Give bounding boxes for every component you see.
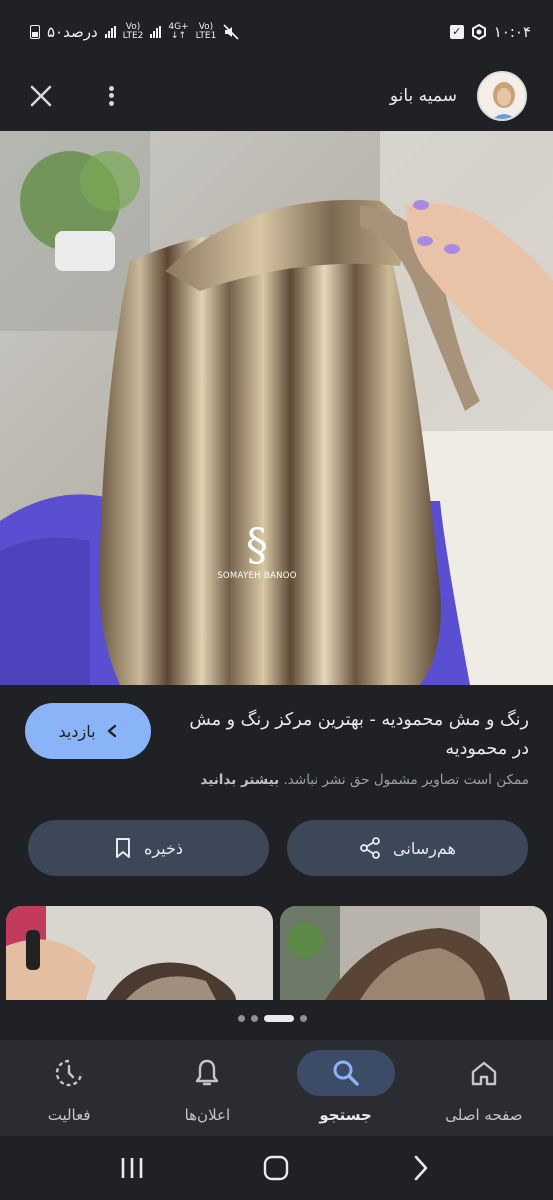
back-icon <box>414 1155 428 1181</box>
nav-label: صفحه اصلی <box>445 1106 523 1124</box>
signal-bars-icon <box>150 26 162 38</box>
clock: ۱۰:۰۴ <box>493 23 531 41</box>
learn-more-link[interactable]: بیشتر بدانید <box>200 772 279 788</box>
nav-item-search[interactable]: جستجو <box>277 1040 415 1136</box>
carousel-indicator <box>238 1015 307 1022</box>
recent-apps-icon <box>121 1158 143 1178</box>
home-system-button[interactable] <box>254 1146 298 1190</box>
site-avatar <box>477 71 527 121</box>
nav-label: اعلان‌ها <box>184 1106 231 1124</box>
share-label: هم‌رسانی <box>393 838 456 858</box>
nav-pill <box>296 1050 395 1096</box>
image-title[interactable]: رنگ و مش محمودیه - بهترین مرکز رنگ و مش … <box>169 706 529 764</box>
nav-pill <box>435 1050 533 1096</box>
main-image[interactable]: § SOMAYEH BANOO <box>0 131 553 685</box>
sim1-label: Vo) LTE2 <box>122 22 144 41</box>
visit-label: بازدید <box>58 721 96 741</box>
watermark-logo-glyph: § <box>246 520 268 571</box>
sim2-label: Vo) LTE1 <box>195 22 217 41</box>
save-button[interactable]: ذخیره <box>28 820 269 876</box>
site-name: سمیه بانو <box>389 86 457 106</box>
chevron-left-icon <box>107 724 116 738</box>
battery-icon <box>30 25 40 39</box>
nav-item-activity[interactable]: فعالیت <box>0 1040 138 1136</box>
nav-item-home[interactable]: صفحه اصلی <box>415 1040 553 1136</box>
related-images <box>0 906 553 1000</box>
image-viewer-header: سمیه بانو <box>0 64 553 128</box>
carousel-dot-active <box>264 1015 294 1022</box>
bookmark-icon <box>115 838 130 858</box>
activity-icon <box>55 1059 83 1087</box>
check-notification-icon: ✓ <box>449 25 464 39</box>
mute-icon <box>223 24 239 40</box>
nav-pill <box>158 1050 256 1096</box>
hexagon-app-icon <box>471 24 486 40</box>
watermark-text: SOMAYEH BANOO <box>217 571 297 581</box>
signal-bars-icon <box>104 26 116 38</box>
related-image-thumbnail[interactable] <box>280 906 547 1000</box>
bell-icon <box>196 1059 219 1086</box>
close-icon[interactable] <box>26 81 56 111</box>
sim2-network: 4G+ ↓↑ <box>168 22 189 41</box>
recent-apps-button[interactable] <box>110 1146 154 1190</box>
battery-percentage: ۵۰درصد <box>47 23 98 41</box>
save-label: ذخیره <box>143 838 184 858</box>
status-left: ۵۰درصد Vo) LTE2 4G+ ↓↑ Vo) LTE1 <box>30 23 239 41</box>
copyright-notice-text: ممکن است تصاویر مشمول حق نشر نباشد. <box>283 772 530 788</box>
status-right: ✓ ۱۰:۰۴ <box>449 23 531 41</box>
carousel-dot <box>251 1015 258 1022</box>
site-info[interactable]: سمیه بانو <box>390 71 527 121</box>
nav-item-notifications[interactable]: اعلان‌ها <box>138 1040 276 1136</box>
nav-pill <box>20 1050 118 1096</box>
nav-label: جستجو <box>319 1106 372 1124</box>
share-button[interactable]: هم‌رسانی <box>287 820 528 876</box>
nav-label: فعالیت <box>47 1106 91 1124</box>
logo-watermark: § SOMAYEH BANOO <box>212 520 302 582</box>
carousel-dot <box>300 1015 307 1022</box>
more-options-icon[interactable] <box>106 81 116 111</box>
visit-button[interactable]: بازدید <box>25 703 151 759</box>
carousel-dot <box>238 1015 245 1022</box>
copyright-notice: ممکن است تصاویر مشمول حق نشر نباشد. بیشت… <box>109 772 529 788</box>
system-navigation-bar <box>0 1136 553 1200</box>
status-bar: ۵۰درصد Vo) LTE2 4G+ ↓↑ Vo) LTE1 ✓ ۱۰:۰۴ <box>0 0 553 64</box>
search-icon <box>333 1060 359 1086</box>
related-image-thumbnail[interactable] <box>6 906 273 1000</box>
share-icon <box>360 837 380 859</box>
home-icon <box>471 1061 497 1086</box>
header-actions <box>26 81 116 111</box>
home-system-icon <box>264 1155 289 1181</box>
back-button[interactable] <box>399 1146 443 1190</box>
bottom-navigation: فعالیت اعلان‌ها جستجو صفحه اصلی <box>0 1040 553 1136</box>
